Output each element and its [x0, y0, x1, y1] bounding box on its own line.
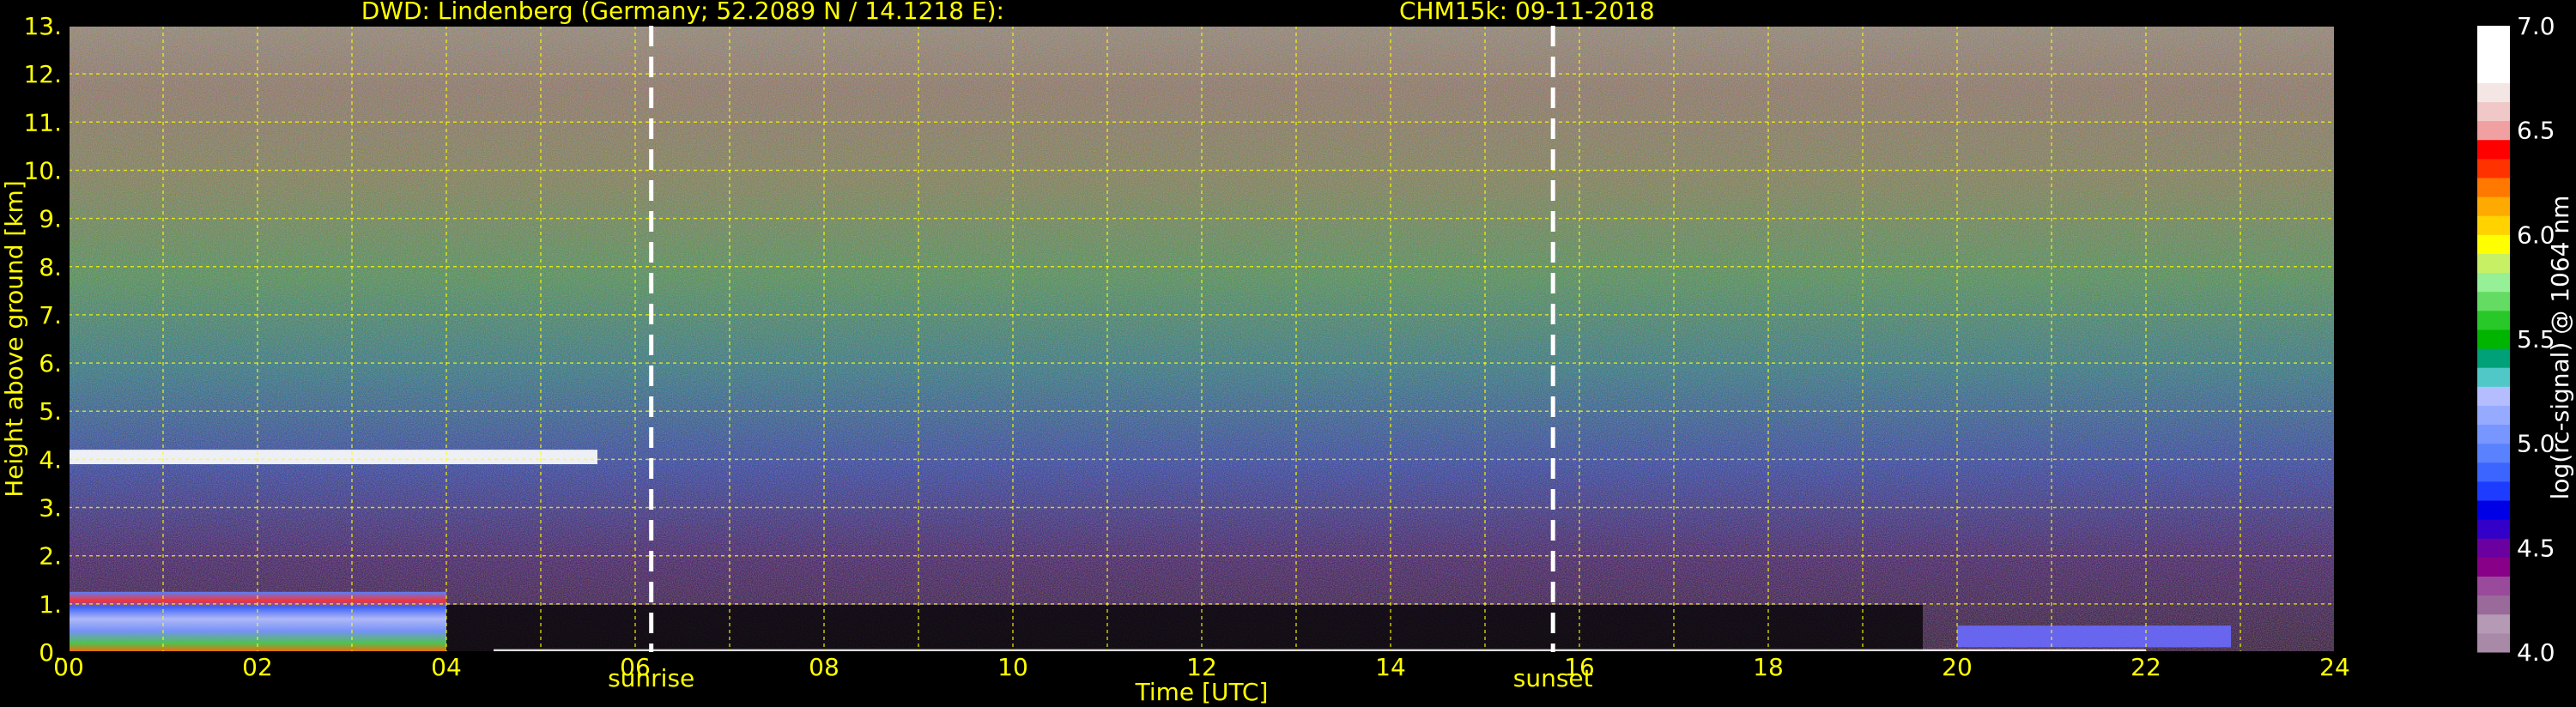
night-low-dark: [446, 605, 1923, 652]
chart-title-left: DWD: Lindenberg (Germany; 52.2089 N / 14…: [361, 0, 1004, 25]
feature-cloud-layer: [69, 450, 597, 464]
colorbar-segment: [2477, 215, 2510, 235]
x-tick-label: 18: [1753, 653, 1784, 681]
colorbar-tick-label: 7.0: [2517, 12, 2555, 40]
colorbar-segment: [2477, 632, 2510, 653]
x-tick-label: 08: [809, 653, 839, 681]
x-tick-label: 02: [242, 653, 273, 681]
y-tick-label: 2.: [39, 542, 62, 571]
colorbar-segment: [2477, 101, 2510, 122]
colorbar-segment: [2477, 291, 2510, 311]
x-tick-label: 16: [1564, 653, 1595, 681]
x-tick-label: 00: [53, 653, 84, 681]
y-tick-label: 7.: [39, 301, 62, 329]
colorbar-segment: [2477, 329, 2510, 349]
colorbar-segment: [2477, 234, 2510, 254]
y-tick-label: 4.: [39, 445, 62, 474]
colorbar-segment: [2477, 595, 2510, 615]
colorbar-segment: [2477, 348, 2510, 368]
x-tick-label: 20: [1942, 653, 1973, 681]
x-tick-label: 06: [620, 653, 651, 681]
y-tick-label: 6.: [39, 349, 62, 378]
colorbar-segment: [2477, 367, 2510, 387]
colorbar-segment: [2477, 424, 2510, 444]
colorbar-segment: [2477, 557, 2510, 577]
colorbar-segment: [2477, 63, 2510, 83]
colorbar-segment: [2477, 196, 2510, 216]
colorbar-segment: [2477, 82, 2510, 102]
lidar-chart: sunrise sunset 0.1.2.3.4.5.6.7.8.9.10.11.…: [0, 0, 2574, 706]
colorbar-segment: [2477, 500, 2510, 520]
colorbar-segment: [2477, 177, 2510, 197]
colorbar-segment: [2477, 26, 2510, 45]
colorbar-segment: [2477, 45, 2510, 64]
colorbar-label: log(rc-signal) @ 1064 nm: [2546, 196, 2574, 500]
y-tick-label: 3.: [39, 494, 62, 523]
colorbar-segment: [2477, 272, 2510, 293]
colorbar-segment: [2477, 158, 2510, 178]
x-tick-label: 24: [2319, 653, 2350, 681]
colorbar-tick-label: 4.0: [2517, 638, 2555, 667]
colorbar-tick-label: 6.5: [2517, 117, 2555, 145]
colorbar-segment: [2477, 405, 2510, 426]
colorbar-segment: [2477, 462, 2510, 482]
y-tick-label: 11.: [23, 108, 62, 136]
colorbar-segment: [2477, 386, 2510, 406]
x-axis-label: Time [UTC]: [1135, 678, 1269, 706]
chart-title-right: CHM15k: 09-11-2018: [1399, 0, 1655, 25]
y-tick-label: 8.: [39, 253, 62, 281]
colorbar-segment: [2477, 120, 2510, 141]
colorbar-segment: [2477, 519, 2510, 539]
y-axis-label: Height above ground [km]: [0, 180, 28, 498]
colorbar-segment: [2477, 310, 2510, 330]
feature-low-cloud: [1957, 625, 2231, 648]
colorbar: 4.04.55.05.56.06.57.0: [2477, 12, 2555, 667]
colorbar-segment: [2477, 253, 2510, 274]
y-tick-label: 9.: [39, 205, 62, 233]
y-tick-label: 1.: [39, 590, 62, 619]
colorbar-segment: [2477, 576, 2510, 596]
x-tick-label: 22: [2131, 653, 2161, 681]
y-tick-label: 13.: [23, 12, 62, 40]
colorbar-segment: [2477, 480, 2510, 501]
colorbar-segment: [2477, 139, 2510, 160]
y-tick-labels: 0.1.2.3.4.5.6.7.8.9.10.11.12.13.: [23, 12, 62, 667]
colorbar-segment: [2477, 443, 2510, 463]
y-tick-label: 12.: [23, 60, 62, 88]
x-tick-label: 10: [997, 653, 1028, 681]
colorbar-tick-label: 4.5: [2517, 534, 2555, 562]
y-tick-label: 5.: [39, 397, 62, 426]
colorbar-segment: [2477, 538, 2510, 558]
y-tick-label: 10.: [23, 156, 62, 184]
x-tick-label: 14: [1375, 653, 1406, 681]
feature-boundary-layer: [69, 591, 446, 652]
x-tick-label: 04: [431, 653, 462, 681]
plot-noise: [69, 26, 2335, 652]
colorbar-segment: [2477, 613, 2510, 634]
